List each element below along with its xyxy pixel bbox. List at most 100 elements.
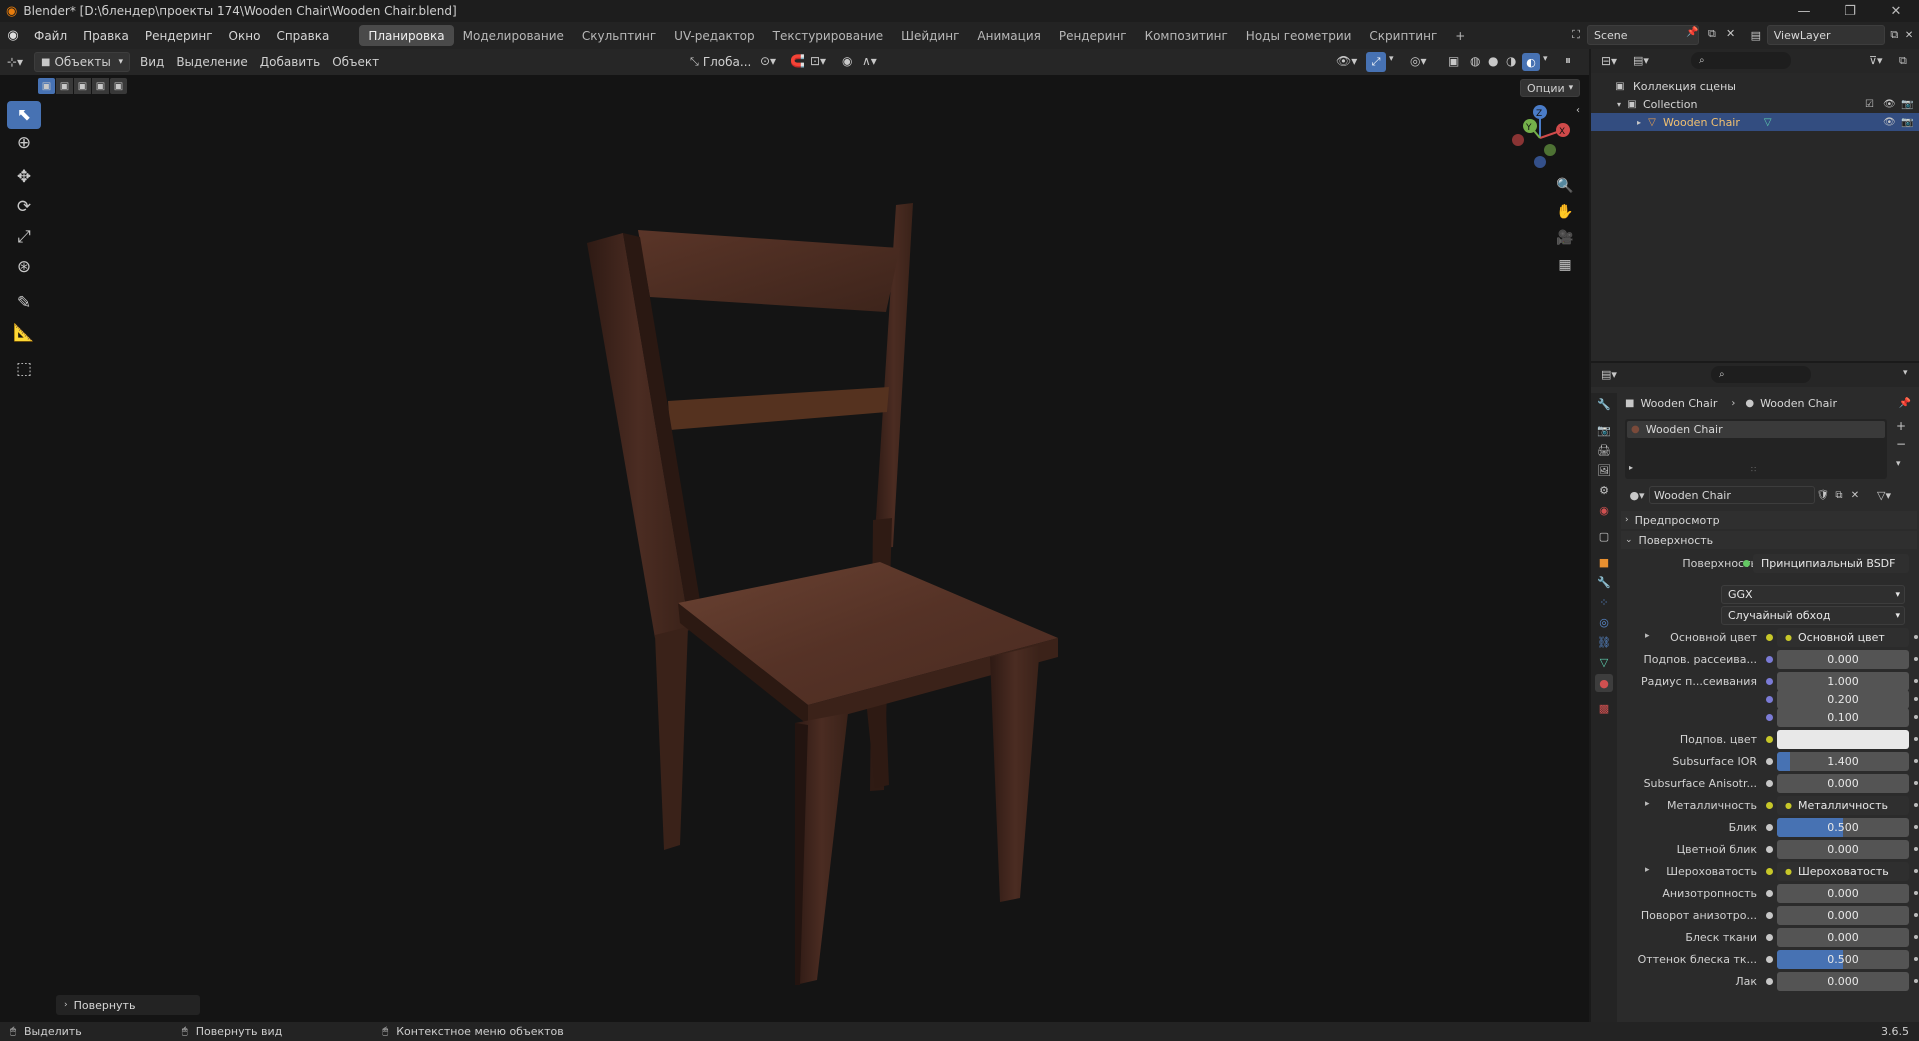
distribution-dropdown[interactable]: GGX ▾	[1721, 585, 1905, 604]
value-slider[interactable]: 0.500	[1777, 818, 1909, 837]
tab-geometry-nodes[interactable]: Ноды геометрии	[1237, 25, 1361, 46]
properties-search-input[interactable]: ⌕	[1711, 366, 1811, 383]
duplicate-material-icon[interactable]: ⧉	[1831, 490, 1847, 501]
delete-scene-icon[interactable]: ✕	[1726, 27, 1735, 40]
value-slider[interactable]: 0.000	[1777, 774, 1909, 793]
color-swatch[interactable]	[1777, 730, 1909, 749]
gizmo-dropdown-icon[interactable]: ▾	[1389, 54, 1394, 64]
outliner-collection[interactable]: ▾ ▣ Collection ☑ 👁 📷	[1591, 95, 1919, 113]
tab-scene[interactable]: ⚙	[1595, 481, 1613, 499]
pin-icon[interactable]: 📌	[1899, 398, 1911, 409]
remove-slot-icon[interactable]: −	[1896, 437, 1906, 451]
tab-data[interactable]: ▽	[1595, 653, 1613, 671]
linked-input-field[interactable]: ● Основной цвет	[1777, 628, 1909, 647]
menu-view[interactable]: Вид	[134, 52, 170, 72]
value-slider[interactable]: 0.000	[1777, 840, 1909, 859]
blender-menu-icon[interactable]: ◉	[0, 28, 26, 43]
panel-preview[interactable]: › Предпросмотр	[1621, 511, 1917, 529]
outliner-search-input[interactable]: ⌕	[1691, 52, 1791, 69]
subsurface-method-dropdown[interactable]: Случайный обход ▾	[1721, 606, 1905, 625]
browse-material-icon[interactable]: ●▾	[1625, 489, 1649, 502]
visibility-icon[interactable]: 👁▾	[1336, 54, 1357, 68]
tab-tool[interactable]: 🔧	[1595, 395, 1613, 413]
object-camera-icon[interactable]: 📷	[1901, 117, 1913, 128]
mode-selector[interactable]: ■ Объекты ▾	[34, 52, 130, 72]
surface-shader-selector[interactable]: Принципиальный BSDF	[1753, 554, 1909, 573]
animate-dot-icon[interactable]	[1914, 869, 1918, 873]
value-slider[interactable]: 0.000	[1777, 906, 1909, 925]
linked-input-field[interactable]: ● Металличность	[1777, 796, 1909, 815]
tab-modifiers[interactable]: 🔧	[1595, 573, 1613, 591]
animate-dot-icon[interactable]	[1914, 759, 1918, 763]
menu-window[interactable]: Окно	[221, 22, 269, 49]
menu-file[interactable]: Файл	[26, 22, 75, 49]
falloff-icon[interactable]: ∧▾	[862, 54, 877, 68]
tab-material[interactable]: ●	[1595, 674, 1613, 692]
tab-world[interactable]: ◉	[1595, 501, 1613, 519]
value-slider[interactable]: 0.000	[1777, 650, 1909, 669]
shading-dropdown-icon[interactable]: ▾	[1543, 54, 1548, 64]
tab-output[interactable]: 🖨	[1595, 441, 1613, 459]
snap-icon[interactable]: 🧲	[790, 54, 805, 68]
wireframe-shading-icon[interactable]: ◍	[1470, 54, 1480, 68]
overlay-icon[interactable]: ◎▾	[1410, 54, 1427, 68]
tab-modeling[interactable]: Моделирование	[454, 25, 573, 46]
editor-type-icon[interactable]: ⊹▾	[0, 55, 30, 69]
collection-eye-icon[interactable]: 👁	[1883, 99, 1896, 110]
menu-help[interactable]: Справка	[268, 22, 337, 49]
navigation-gizmo[interactable]: Z X Y	[1500, 100, 1580, 176]
linked-input-field[interactable]: ● Шероховатость	[1777, 862, 1909, 881]
solid-shading-icon[interactable]: ●	[1488, 54, 1498, 68]
animate-dot-icon[interactable]	[1914, 847, 1918, 851]
tab-view-layer[interactable]: 🖼	[1595, 461, 1613, 479]
new-scene-icon[interactable]: ⧉	[1708, 27, 1716, 41]
value-slider[interactable]: 0.000	[1777, 972, 1909, 991]
unlink-material-icon[interactable]: ✕	[1847, 490, 1863, 501]
animate-dot-icon[interactable]	[1914, 913, 1918, 917]
expand-input-icon[interactable]: ▸	[1645, 865, 1650, 875]
menu-edit[interactable]: Правка	[75, 22, 137, 49]
value-slider[interactable]: 0.100	[1777, 708, 1909, 727]
camera-view-button[interactable]: 🎥	[1553, 226, 1577, 250]
node-tree-icon[interactable]: ▽▾	[1871, 489, 1897, 502]
tab-rendering[interactable]: Рендеринг	[1050, 25, 1136, 46]
tab-render[interactable]: 📷	[1595, 421, 1613, 439]
properties-editor-icon[interactable]: ▤▾	[1601, 368, 1617, 381]
tab-object[interactable]: ■	[1595, 553, 1613, 571]
xray-icon[interactable]: ▣	[1448, 54, 1459, 68]
animate-dot-icon[interactable]	[1914, 825, 1918, 829]
outliner-object-wooden-chair[interactable]: ▸ ▽ Wooden Chair ▽ 👁 📷	[1591, 113, 1919, 131]
scene-selector[interactable]: Scene	[1587, 25, 1699, 45]
tab-uv-editing[interactable]: UV-редактор	[665, 25, 763, 46]
collapse-sidebar-icon[interactable]: ‹	[1576, 105, 1580, 116]
pause-render-icon[interactable]: ⏸	[1565, 53, 1571, 68]
pin-scene-icon[interactable]: 📌	[1686, 27, 1698, 38]
tab-particles[interactable]: ⁘	[1595, 593, 1613, 611]
animate-dot-icon[interactable]	[1914, 657, 1918, 661]
slot-specials-icon[interactable]: ▾	[1896, 459, 1901, 469]
tab-texture-paint[interactable]: Текстурирование	[764, 25, 892, 46]
pan-button[interactable]: ✋	[1553, 200, 1577, 224]
tab-constraints[interactable]: ⛓	[1595, 633, 1613, 651]
gizmo-toggle[interactable]: ⤢	[1366, 52, 1386, 72]
outliner-editor-icon[interactable]: ⊟▾	[1601, 54, 1617, 68]
menu-add[interactable]: Добавить	[254, 52, 326, 72]
tab-collection[interactable]: ▢	[1595, 527, 1613, 545]
rendered-shading-toggle[interactable]: ◐	[1522, 53, 1540, 71]
outliner-scene-collection[interactable]: ▣ Коллекция сцены	[1591, 77, 1919, 95]
menu-select[interactable]: Выделение	[170, 52, 253, 72]
new-collection-icon[interactable]: ⧉	[1899, 54, 1907, 68]
expand-collection-icon[interactable]: ▾	[1613, 100, 1625, 109]
mesh-data-icon[interactable]: ▽	[1764, 117, 1772, 128]
filter-icon[interactable]: ⊽▾	[1869, 54, 1883, 67]
tab-physics[interactable]: ◎	[1595, 613, 1613, 631]
snap-target-icon[interactable]: ⊡▾	[810, 54, 826, 68]
object-eye-icon[interactable]: 👁	[1883, 117, 1896, 128]
animate-dot-icon[interactable]	[1914, 781, 1918, 785]
maximize-button[interactable]: ❐	[1827, 0, 1873, 22]
ortho-toggle-button[interactable]: ▦	[1553, 253, 1577, 277]
tab-scripting[interactable]: Скриптинг	[1360, 25, 1446, 46]
expand-input-icon[interactable]: ▸	[1645, 631, 1650, 641]
value-slider[interactable]: 0.000	[1777, 928, 1909, 947]
resize-handle-icon[interactable]: ∷	[1751, 465, 1756, 474]
